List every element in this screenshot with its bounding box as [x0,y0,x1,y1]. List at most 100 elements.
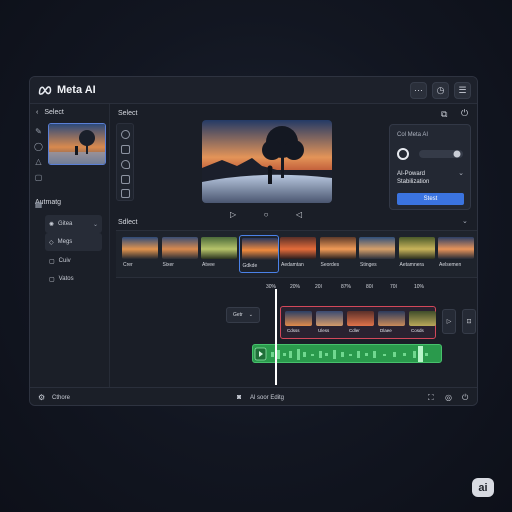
folder-icon[interactable]: ▢ [34,173,43,182]
history-button[interactable]: ◷ [432,82,449,99]
app-title: Meta AI [57,84,96,96]
settings-icon[interactable]: ⚙ [38,393,45,402]
menu-button[interactable]: ☰ [454,82,471,99]
panel-title: Col Meta AI [397,132,429,138]
filmstrip: Crer Sixer Atvee Gdkde Aedamtan Seordes Stinge… [116,230,477,278]
sidebar-item-gitea[interactable]: ✺ Gitea ⌄ [45,215,102,233]
history-icon: ◷ [436,85,445,95]
percent-label: 20% [290,284,301,290]
filmstrip-label: Sixer [162,262,174,268]
play-icon[interactable]: ▷ [230,210,236,219]
play-icon: ▷ [446,319,452,325]
undo-icon[interactable] [121,160,130,169]
filmstrip-item[interactable]: Gdkde [238,235,279,273]
camera-icon: ◙ [237,394,242,401]
edit-icon[interactable]: ✎ [34,127,43,136]
meta-logo-icon [38,86,52,95]
percent-label: 20I [315,284,322,290]
chevron-down-icon[interactable]: ⌄ [462,217,468,225]
timeline-clip[interactable]: Dlaee [378,311,405,335]
chevron-down-icon[interactable]: ⌄ [458,169,464,177]
export-button[interactable]: ⊡ [462,309,476,334]
clip-label: Dlaee [380,328,392,333]
track-label: Getr [233,312,243,318]
filmstrip-label: Aelsemen [439,262,462,268]
grid-icon[interactable]: ▦ [34,200,43,209]
rewind-icon[interactable]: ◁ [296,210,302,219]
filmstrip-item[interactable]: Atvee [199,235,239,273]
sidebar-item-vatos[interactable]: ▢ Vatos [45,270,102,288]
filmstrip-item[interactable]: Aelsemen [436,235,476,273]
chat-bubble-icon[interactable] [121,145,130,154]
export-icon: ⊡ [466,319,472,325]
clip-thumbnail [285,311,312,326]
filmstrip-thumbnail [122,237,158,259]
stabilization-line2: Stabilization [397,179,430,185]
timeline-clip[interactable]: Cdler [347,311,374,335]
audio-track[interactable] [252,344,442,363]
source-thumbnail[interactable] [48,123,106,165]
toggle-icon [397,148,463,160]
filmstrip-item[interactable]: Seordes [318,235,358,273]
ai-toggle[interactable] [397,147,465,160]
filmstrip-item[interactable]: Sixer [160,235,200,273]
filmstrip-item[interactable]: Aedamtan [278,235,318,273]
play-button[interactable]: ▷ [442,309,456,334]
filmstrip-thumbnail [398,237,435,259]
power-icon[interactable]: ⏻ [462,393,468,403]
percent-label: 70I [390,284,397,290]
clip-thumbnail [347,311,374,326]
filmstrip-thumbnail [241,238,278,260]
sync-icon[interactable]: ◎ [445,393,452,402]
diamond-icon: ◇ [49,239,54,246]
more-icon: ⋯ [414,85,423,95]
thumbnail-image [49,124,105,164]
filmstrip-thumbnail [201,237,237,259]
box-icon[interactable] [121,189,130,198]
filmstrip-label: Seordes [320,262,340,268]
stabilization-label: AI-Poward Stabilization [397,170,429,186]
filmstrip-item[interactable]: Aetamnera [397,235,437,273]
chat-icon[interactable]: ◯ [34,142,43,151]
clip-label: Cdler [349,328,360,333]
layers-icon[interactable]: ⧉ [441,109,447,120]
more-button[interactable]: ⋯ [410,82,427,99]
record-icon[interactable]: ○ [264,210,269,219]
tool-column [116,123,134,201]
fullscreen-icon[interactable]: ⛶ [428,393,434,403]
transport-controls: ▷ ○ ◁ [230,208,302,220]
editor-window: Meta AI ⋯ ◷ ☰ ‹ Select ✎ ◯ △ ▢ Autmatg ▦… [29,76,478,406]
clip-thumbnail [409,311,436,326]
list-icon[interactable] [121,175,130,184]
start-button[interactable]: Stest [397,193,464,205]
filmstrip-thumbnail [319,237,356,259]
clip-track[interactable]: Cdsss Uless Cdler Dlaee Cosds [280,306,436,339]
square-icon: ▢ [49,276,55,283]
timer-icon[interactable] [121,130,130,139]
timeline-clip[interactable]: Cosds [409,311,436,335]
waveform [254,346,428,362]
sidebar: ‹ Select ✎ ◯ △ ▢ Autmatg ▦ ✺ Gitea ⌄ ◇ M… [30,104,110,387]
filmstrip-thumbnail [438,237,474,259]
title-bar: Meta AI ⋯ ◷ ☰ [30,77,477,104]
track-dropdown[interactable]: Getr ⌄ [226,307,260,323]
power-icon[interactable]: ⏻ [461,108,468,119]
sidebar-item-cuiv[interactable]: ▢ Cuiv [45,252,102,270]
preview-image [202,120,332,203]
timeline-clip[interactable]: Cdsss [285,311,312,335]
video-preview[interactable] [202,120,332,203]
sparkle-icon: ✺ [49,221,55,228]
percent-label: 80I [366,284,373,290]
playhead[interactable] [275,289,277,385]
filmstrip-thumbnail [359,237,395,259]
status-center-label: Al soor Editg [250,395,285,401]
hamburger-icon: ☰ [458,85,467,95]
timeline-clip[interactable]: Uless [316,311,343,335]
filmstrip-thumbnail [280,237,316,259]
back-nav[interactable]: ‹ Select [36,109,64,116]
filmstrip-item[interactable]: Stinges [357,235,397,273]
sidebar-item-megs[interactable]: ◇ Megs [45,233,102,251]
filmstrip-item[interactable]: Crer [120,235,160,273]
sidebar-item-label: Cuiv [58,258,71,264]
shape-icon[interactable]: △ [34,157,43,166]
